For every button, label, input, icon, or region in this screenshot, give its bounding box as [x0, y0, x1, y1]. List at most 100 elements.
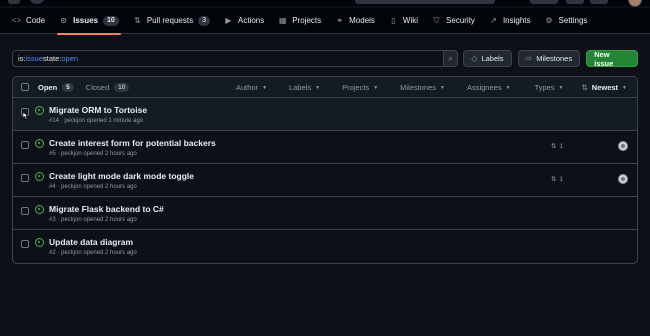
issue-checkbox[interactable]: [21, 240, 29, 248]
graph-icon: ↗: [490, 16, 497, 25]
tab-label: Wiki: [402, 16, 419, 25]
tab-label: Settings: [558, 16, 588, 25]
chevron-down-icon: ▼: [622, 84, 627, 91]
linked-pull-requests[interactable]: ⇅ 1: [551, 175, 563, 184]
gear-icon: ⚙: [545, 16, 553, 25]
issue-open-icon: [35, 205, 44, 214]
issues-list-header: Open 5 Closed 10 Author ▼ Labels ▼ Projects ▼…: [13, 77, 637, 98]
tab-label: Actions: [237, 16, 265, 25]
filter-label: Projects: [342, 83, 370, 92]
issue-filters: Author ▼ Labels ▼ Projects ▼ Milestones ▼ Assign…: [236, 77, 627, 98]
issue-row[interactable]: Migrate Flask backend to C# #3 · peckjon …: [13, 197, 637, 230]
git-pull-request-icon: ⇅: [133, 16, 141, 25]
chevron-down-icon: ▼: [315, 84, 321, 91]
issue-checkbox[interactable]: [21, 207, 29, 215]
filter-label: Author: [235, 83, 259, 92]
tab-pull-requests[interactable]: ⇅ Pull requests 3: [133, 8, 210, 34]
issue-row[interactable]: Create light mode dark mode toggle #4 · p…: [13, 164, 637, 197]
issue-row[interactable]: Create interest form for potential backe…: [13, 131, 637, 164]
filter-milestones[interactable]: Milestones ▼: [400, 83, 445, 92]
tab-wiki[interactable]: ▯ Wiki: [389, 8, 418, 34]
issue-title-link[interactable]: Migrate Flask backend to C#: [49, 204, 164, 214]
search-icon: ⌕: [448, 53, 453, 63]
tab-settings[interactable]: ⚙ Settings: [545, 8, 588, 34]
labels-button-label: Labels: [481, 54, 504, 63]
open-count: 5: [62, 82, 74, 92]
book-icon: ▯: [391, 16, 396, 25]
linked-pr-count: 1: [559, 142, 564, 150]
issues-search-input[interactable]: is: issue state: open: [12, 50, 444, 67]
tab-label: Insights: [502, 16, 531, 25]
menu-button[interactable]: [8, 0, 20, 4]
tab-label: Issues: [73, 16, 99, 25]
new-issue-button-label: New issue: [594, 49, 614, 68]
issue-title-link[interactable]: Create light mode dark mode toggle: [49, 171, 194, 181]
milestone-icon: ⇨: [525, 54, 533, 63]
issue-title-link[interactable]: Create interest form for potential backe…: [49, 138, 216, 148]
tab-label: Security: [446, 16, 475, 25]
search-qualifier-state: state:: [43, 54, 62, 63]
search-value-open: open: [61, 54, 79, 63]
tab-code[interactable]: <> Code: [12, 8, 45, 34]
filter-projects[interactable]: Projects ▼: [342, 83, 378, 92]
issue-checkbox[interactable]: [21, 141, 29, 149]
issue-title-link[interactable]: Update data diagram: [49, 237, 133, 247]
filter-label: Assignees: [466, 83, 502, 92]
assignee-avatar[interactable]: [618, 141, 628, 151]
filter-assignees[interactable]: Assignees ▼: [467, 83, 511, 92]
search-button[interactable]: ⌕: [443, 50, 459, 67]
labels-button[interactable]: ◇ Labels: [463, 50, 512, 67]
search-qualifier-is: is:: [18, 54, 26, 63]
user-avatar[interactable]: [628, 0, 642, 7]
issue-opened-icon: ⊙: [60, 16, 67, 25]
pull-requests-button-partial[interactable]: [590, 0, 608, 4]
tab-projects[interactable]: ▦ Projects: [278, 8, 321, 34]
issues-search-row: is: issue state: open ⌕ ◇ Labels ⇨ Milesto…: [12, 49, 638, 68]
create-button-partial[interactable]: [566, 0, 584, 4]
tab-label: Models: [349, 16, 375, 25]
chevron-down-icon: ▼: [505, 84, 511, 91]
issue-row[interactable]: Update data diagram #2 · peckjon opened 2…: [13, 230, 637, 263]
closed-label: Closed: [85, 82, 110, 92]
search-value-issue: issue: [25, 54, 44, 63]
tab-insights[interactable]: ↗ Insights: [489, 8, 531, 34]
closed-issues-toggle[interactable]: Closed 10: [85, 82, 130, 92]
issue-row[interactable]: Migrate ORM to Tortoise #14 · peckjon ope…: [13, 98, 637, 131]
issue-meta: #14 · peckjon opened 1 minute ago: [49, 118, 144, 124]
issue-open-icon: [35, 238, 44, 247]
table-icon: ▦: [278, 16, 287, 25]
filter-types[interactable]: Types ▼: [535, 83, 564, 92]
tab-actions[interactable]: ▶ Actions: [224, 8, 264, 34]
tab-issues[interactable]: ⊙ Issues 10: [57, 8, 121, 35]
issue-title-link[interactable]: Migrate ORM to Tortoise: [49, 105, 147, 115]
filter-label: Milestones: [400, 83, 436, 92]
filter-author[interactable]: Author ▼: [236, 83, 267, 92]
filter-label: Labels: [289, 83, 312, 92]
models-icon: ⚭: [336, 16, 343, 25]
milestones-button[interactable]: ⇨ Milestones: [517, 50, 581, 67]
sort-dropdown[interactable]: ⇅ Newest ▼: [581, 83, 627, 92]
search-box-partial[interactable]: [355, 0, 495, 4]
tab-models[interactable]: ⚭ Models: [335, 8, 375, 34]
chevron-down-icon: ▼: [558, 84, 564, 91]
filter-labels[interactable]: Labels ▼: [289, 83, 320, 92]
issue-meta: #2 · peckjon opened 2 hours ago: [49, 250, 137, 256]
issue-meta: #4 · peckjon opened 2 hours ago: [49, 184, 137, 190]
linked-pull-requests[interactable]: ⇅ 1: [551, 142, 564, 151]
tab-counter: 3: [198, 15, 210, 26]
filter-label: Types: [534, 83, 555, 92]
issue-open-icon: [35, 139, 44, 148]
copilot-button-partial[interactable]: [530, 0, 558, 4]
open-issues-toggle[interactable]: Open 5: [38, 82, 74, 92]
tab-security[interactable]: ⛉ Security: [432, 8, 475, 34]
issue-open-icon: [35, 106, 44, 115]
select-all-checkbox[interactable]: [21, 83, 29, 91]
mouse-pointer-icon: [22, 111, 29, 120]
sort-label: Newest: [591, 83, 619, 92]
issue-checkbox[interactable]: [21, 174, 29, 182]
play-icon: ▶: [225, 16, 232, 25]
logo-icon: [30, 0, 44, 4]
new-issue-button[interactable]: New issue: [586, 49, 638, 68]
code-icon: <>: [11, 16, 22, 25]
assignee-avatar[interactable]: [618, 174, 628, 184]
